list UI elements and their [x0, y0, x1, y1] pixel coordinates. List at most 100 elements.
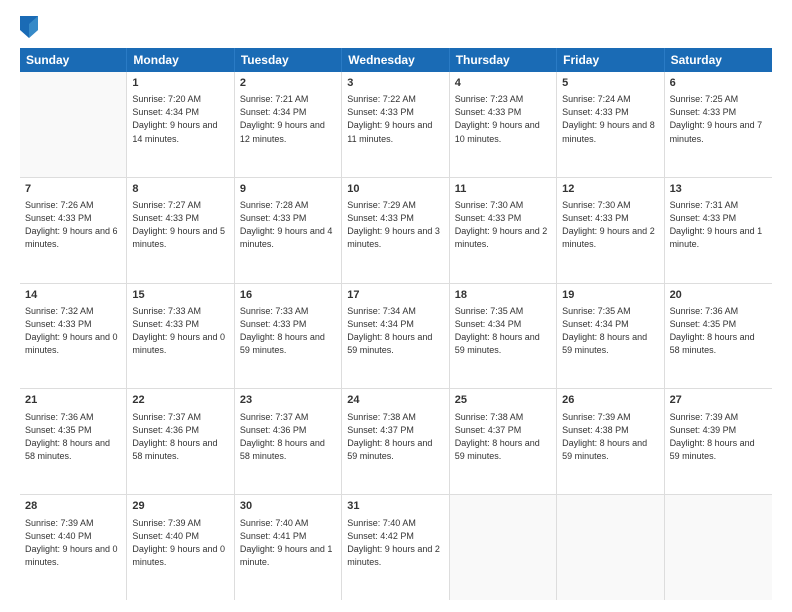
- cell-info: Sunrise: 7:35 AMSunset: 4:34 PMDaylight:…: [455, 305, 551, 357]
- calendar-cell: 3 Sunrise: 7:22 AMSunset: 4:33 PMDaylight…: [342, 72, 449, 177]
- calendar-cell: 24Sunrise: 7:38 AMSunset: 4:37 PMDayligh…: [342, 389, 449, 494]
- calendar-cell: 25 Sunrise: 7:38 AMSunset: 4:37 PMDayligh…: [450, 389, 557, 494]
- day-number: 10: [347, 182, 443, 197]
- day-number: 16: [240, 288, 336, 303]
- cell-info: Sunrise: 7:39 AMSunset: 4:38 PMDaylight:…: [562, 411, 658, 463]
- cell-info: Sunrise: 7:30 AMSunset: 4:33 PMDaylight:…: [455, 199, 551, 251]
- calendar-cell: 21 Sunrise: 7:36 AMSunset: 4:35 PMDayligh…: [20, 389, 127, 494]
- day-number: 19: [562, 288, 658, 303]
- day-number: 23: [240, 393, 336, 408]
- day-number: 12: [562, 182, 658, 197]
- calendar-cell: 8 Sunrise: 7:27 AMSunset: 4:33 PMDaylight…: [127, 178, 234, 283]
- calendar-header: SundayMondayTuesdayWednesdayThursdayFrid…: [20, 48, 772, 72]
- calendar-cell: 4 Sunrise: 7:23 AMSunset: 4:33 PMDaylight…: [450, 72, 557, 177]
- day-number: 3: [347, 76, 443, 91]
- calendar-cell: 10 Sunrise: 7:29 AMSunset: 4:33 PMDayligh…: [342, 178, 449, 283]
- calendar-cell: [20, 72, 127, 177]
- cell-info: Sunrise: 7:35 AMSunset: 4:34 PMDaylight:…: [562, 305, 658, 357]
- calendar-day-header: Friday: [557, 48, 664, 72]
- day-number: 4: [455, 76, 551, 91]
- calendar-body: 1Sunrise: 7:20 AMSunset: 4:34 PMDaylight…: [20, 72, 772, 600]
- calendar-cell: [557, 495, 664, 600]
- day-number: 15: [132, 288, 228, 303]
- cell-info: Sunrise: 7:31 AMSunset: 4:33 PMDaylight:…: [670, 199, 767, 251]
- calendar-row: 21 Sunrise: 7:36 AMSunset: 4:35 PMDayligh…: [20, 389, 772, 495]
- calendar-cell: 16 Sunrise: 7:33 AMSunset: 4:33 PMDayligh…: [235, 284, 342, 389]
- logo: [20, 16, 42, 38]
- calendar-cell: 13 Sunrise: 7:31 AMSunset: 4:33 PMDayligh…: [665, 178, 772, 283]
- day-number: 26: [562, 393, 658, 408]
- cell-info: Sunrise: 7:27 AMSunset: 4:33 PMDaylight:…: [132, 199, 228, 251]
- day-number: 30: [240, 499, 336, 514]
- day-number: 7: [25, 182, 121, 197]
- cell-info: Sunrise: 7:23 AMSunset: 4:33 PMDaylight:…: [455, 93, 551, 145]
- calendar-cell: 22 Sunrise: 7:37 AMSunset: 4:36 PMDayligh…: [127, 389, 234, 494]
- cell-info: Sunrise: 7:33 AMSunset: 4:33 PMDaylight:…: [132, 305, 228, 357]
- calendar-cell: 12 Sunrise: 7:30 AMSunset: 4:33 PMDayligh…: [557, 178, 664, 283]
- cell-info: Sunrise: 7:39 AMSunset: 4:40 PMDaylight:…: [25, 517, 121, 569]
- calendar-cell: 29Sunrise: 7:39 AMSunset: 4:40 PMDayligh…: [127, 495, 234, 600]
- calendar-day-header: Sunday: [20, 48, 127, 72]
- day-number: 2: [240, 76, 336, 91]
- day-number: 18: [455, 288, 551, 303]
- calendar-cell: 20Sunrise: 7:36 AMSunset: 4:35 PMDayligh…: [665, 284, 772, 389]
- calendar-cell: 26 Sunrise: 7:39 AMSunset: 4:38 PMDayligh…: [557, 389, 664, 494]
- cell-info: Sunrise: 7:22 AMSunset: 4:33 PMDaylight:…: [347, 93, 443, 145]
- cell-info: Sunrise: 7:33 AMSunset: 4:33 PMDaylight:…: [240, 305, 336, 357]
- logo-icon: [20, 16, 38, 38]
- day-number: 21: [25, 393, 121, 408]
- calendar-day-header: Saturday: [665, 48, 772, 72]
- day-number: 6: [670, 76, 767, 91]
- day-number: 25: [455, 393, 551, 408]
- calendar-row: 7Sunrise: 7:26 AMSunset: 4:33 PMDaylight…: [20, 178, 772, 284]
- day-number: 28: [25, 499, 121, 514]
- day-number: 9: [240, 182, 336, 197]
- calendar-cell: 7Sunrise: 7:26 AMSunset: 4:33 PMDaylight…: [20, 178, 127, 283]
- cell-info: Sunrise: 7:21 AMSunset: 4:34 PMDaylight:…: [240, 93, 336, 145]
- calendar-cell: 23 Sunrise: 7:37 AMSunset: 4:36 PMDayligh…: [235, 389, 342, 494]
- calendar-cell: 14 Sunrise: 7:32 AMSunset: 4:33 PMDayligh…: [20, 284, 127, 389]
- calendar-cell: 27Sunrise: 7:39 AMSunset: 4:39 PMDayligh…: [665, 389, 772, 494]
- calendar-cell: 18 Sunrise: 7:35 AMSunset: 4:34 PMDayligh…: [450, 284, 557, 389]
- calendar-row: 1Sunrise: 7:20 AMSunset: 4:34 PMDaylight…: [20, 72, 772, 178]
- calendar: SundayMondayTuesdayWednesdayThursdayFrid…: [20, 48, 772, 600]
- calendar-day-header: Monday: [127, 48, 234, 72]
- cell-info: Sunrise: 7:29 AMSunset: 4:33 PMDaylight:…: [347, 199, 443, 251]
- day-number: 13: [670, 182, 767, 197]
- calendar-cell: 19 Sunrise: 7:35 AMSunset: 4:34 PMDayligh…: [557, 284, 664, 389]
- cell-info: Sunrise: 7:40 AMSunset: 4:41 PMDaylight:…: [240, 517, 336, 569]
- day-number: 31: [347, 499, 443, 514]
- day-number: 5: [562, 76, 658, 91]
- calendar-cell: 5 Sunrise: 7:24 AMSunset: 4:33 PMDaylight…: [557, 72, 664, 177]
- day-number: 24: [347, 393, 443, 408]
- cell-info: Sunrise: 7:37 AMSunset: 4:36 PMDaylight:…: [132, 411, 228, 463]
- day-number: 27: [670, 393, 767, 408]
- day-number: 11: [455, 182, 551, 197]
- calendar-day-header: Wednesday: [342, 48, 449, 72]
- calendar-cell: 31 Sunrise: 7:40 AMSunset: 4:42 PMDayligh…: [342, 495, 449, 600]
- cell-info: Sunrise: 7:30 AMSunset: 4:33 PMDaylight:…: [562, 199, 658, 251]
- calendar-day-header: Thursday: [450, 48, 557, 72]
- cell-info: Sunrise: 7:32 AMSunset: 4:33 PMDaylight:…: [25, 305, 121, 357]
- calendar-cell: 9 Sunrise: 7:28 AMSunset: 4:33 PMDaylight…: [235, 178, 342, 283]
- day-number: 22: [132, 393, 228, 408]
- calendar-cell: 6Sunrise: 7:25 AMSunset: 4:33 PMDaylight…: [665, 72, 772, 177]
- day-number: 8: [132, 182, 228, 197]
- calendar-cell: 17Sunrise: 7:34 AMSunset: 4:34 PMDayligh…: [342, 284, 449, 389]
- calendar-row: 28 Sunrise: 7:39 AMSunset: 4:40 PMDayligh…: [20, 495, 772, 600]
- cell-info: Sunrise: 7:40 AMSunset: 4:42 PMDaylight:…: [347, 517, 443, 569]
- calendar-cell: 30 Sunrise: 7:40 AMSunset: 4:41 PMDayligh…: [235, 495, 342, 600]
- cell-info: Sunrise: 7:36 AMSunset: 4:35 PMDaylight:…: [25, 411, 121, 463]
- calendar-cell: 1Sunrise: 7:20 AMSunset: 4:34 PMDaylight…: [127, 72, 234, 177]
- calendar-row: 14 Sunrise: 7:32 AMSunset: 4:33 PMDayligh…: [20, 284, 772, 390]
- cell-info: Sunrise: 7:37 AMSunset: 4:36 PMDaylight:…: [240, 411, 336, 463]
- header: [20, 16, 772, 38]
- calendar-day-header: Tuesday: [235, 48, 342, 72]
- calendar-cell: [450, 495, 557, 600]
- day-number: 14: [25, 288, 121, 303]
- calendar-cell: 2 Sunrise: 7:21 AMSunset: 4:34 PMDaylight…: [235, 72, 342, 177]
- day-number: 17: [347, 288, 443, 303]
- cell-info: Sunrise: 7:38 AMSunset: 4:37 PMDaylight:…: [455, 411, 551, 463]
- cell-info: Sunrise: 7:28 AMSunset: 4:33 PMDaylight:…: [240, 199, 336, 251]
- cell-info: Sunrise: 7:24 AMSunset: 4:33 PMDaylight:…: [562, 93, 658, 145]
